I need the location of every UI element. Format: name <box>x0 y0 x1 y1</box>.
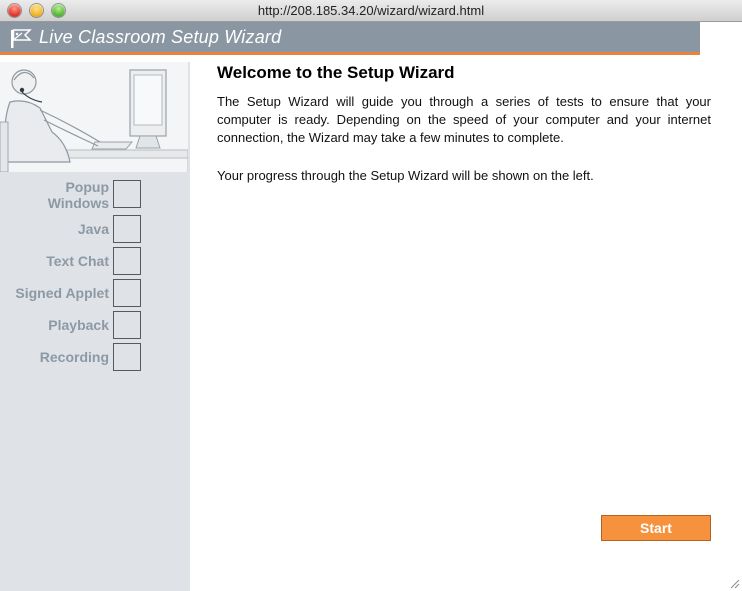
progress-note: Your progress through the Setup Wizard w… <box>217 168 594 183</box>
step-label: Signed Applet <box>15 285 109 301</box>
header-accent-line <box>0 52 700 55</box>
intro-paragraph: The Setup Wizard will guide you through … <box>217 94 711 145</box>
step-label: Popup Windows <box>47 179 109 211</box>
resize-grip-icon[interactable] <box>728 577 740 589</box>
app-title: Live Classroom Setup Wizard <box>39 27 282 47</box>
page-title: Welcome to the Setup Wizard <box>217 63 455 82</box>
window-url-title: http://208.185.34.20/wizard/wizard.html <box>257 3 485 18</box>
progress-sidebar: Popup Windows Java Text Chat Signed Appl… <box>0 62 190 591</box>
step-label: Playback <box>48 317 109 333</box>
step-status-box <box>113 311 141 339</box>
start-button[interactable]: Start <box>601 515 711 541</box>
step-status-box <box>113 180 141 208</box>
window-titlebar: http://208.185.34.20/wizard/wizard.html <box>0 0 742 22</box>
step-label: Text Chat <box>46 253 109 269</box>
user-at-computer-illustration <box>0 62 188 172</box>
step-label: Java <box>77 221 109 237</box>
step-status-box <box>113 343 141 371</box>
step-status-box <box>113 279 141 307</box>
flag-logo-icon <box>11 29 32 48</box>
step-label: Recording <box>39 349 109 365</box>
step-status-box <box>113 247 141 275</box>
step-status-box <box>113 215 141 243</box>
